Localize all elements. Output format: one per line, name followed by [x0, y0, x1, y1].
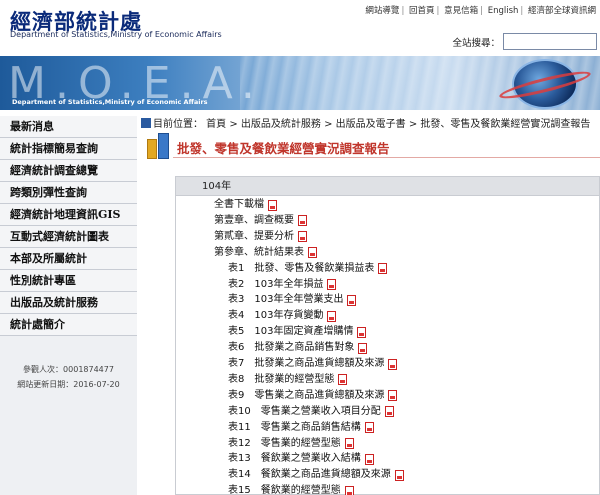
- title-divider: [173, 157, 600, 158]
- location-icon: [141, 118, 151, 128]
- list-item-label[interactable]: 表8 批發業的經營型態: [228, 373, 334, 387]
- pdf-icon[interactable]: [268, 199, 277, 211]
- sidebar-item-flexible-query[interactable]: 跨類別彈性查詢: [0, 182, 137, 204]
- pdf-icon[interactable]: [327, 279, 337, 290]
- list-item-label[interactable]: 表4 103年存貨變動: [228, 309, 323, 323]
- pdf-icon[interactable]: [358, 342, 368, 354]
- breadcrumb-text[interactable]: 目前位置： 首頁 > 出版品及統計服務 > 出版品及電子書 > 批發、零售及餐飲…: [153, 119, 590, 130]
- sidebar-item-interactive-charts[interactable]: 互動式經濟統計圖表: [0, 226, 137, 248]
- search-label: 全站搜尋：: [452, 37, 500, 49]
- list-item[interactable]: 表13 餐飲業之營業收入結構: [228, 452, 374, 466]
- books-icon: [145, 133, 171, 161]
- list-item[interactable]: 表7 批發業之商品進貨總額及來源: [228, 357, 398, 371]
- year-header: 104年: [176, 177, 599, 196]
- list-item-label[interactable]: 表3 103年全年營業支出: [228, 293, 343, 307]
- list-item[interactable]: 表11 零售業之商品銷售結構: [228, 421, 374, 435]
- list-item[interactable]: 表5 103年固定資產增購情: [228, 325, 367, 339]
- top-link-home[interactable]: 回首頁: [409, 6, 435, 16]
- list-item-label[interactable]: 全書下載檔: [214, 198, 264, 212]
- list-item-label[interactable]: 表12 零售業的經營型態: [228, 437, 341, 451]
- sidebar-item-news[interactable]: 最新消息: [0, 116, 137, 138]
- pdf-icon[interactable]: [344, 438, 354, 449]
- list-item[interactable]: 第貳章、提要分析: [214, 230, 307, 244]
- sidebar: 最新消息 統計指標簡易查詢 經濟統計調查總覽 跨類別彈性查詢 經濟統計地理資訊G…: [0, 116, 137, 495]
- top-link-sitemap[interactable]: 網站導覽: [365, 6, 399, 16]
- update-date: 網站更新日期：2016-07-20: [17, 380, 120, 389]
- site-header: 經濟部統計處 Department of Statistics,Ministry…: [0, 0, 600, 56]
- sidebar-item-survey-overview[interactable]: 經濟統計調查總覽: [0, 160, 137, 182]
- top-link-english[interactable]: English: [488, 6, 519, 16]
- list-item-label[interactable]: 第壹章、調查概要: [214, 214, 294, 228]
- list-item[interactable]: 第壹章、調查概要: [214, 214, 307, 228]
- list-item-label[interactable]: 表2 103年全年損益: [228, 278, 323, 292]
- sidebar-item-gis[interactable]: 經濟統計地理資訊GIS: [0, 204, 137, 226]
- pdf-icon[interactable]: [308, 247, 317, 259]
- list-item-label[interactable]: 表14 餐飲業之商品進貨總額及來源: [228, 468, 391, 482]
- list-item-label[interactable]: 表1 批發、零售及餐飲業損益表: [228, 262, 374, 276]
- list-item[interactable]: 表3 103年全年營業支出: [228, 293, 357, 307]
- top-link-moea-portal[interactable]: 經濟部全球資訊網: [528, 6, 596, 16]
- list-item[interactable]: 表14 餐飲業之商品進貨總額及來源: [228, 468, 404, 482]
- list-item[interactable]: 表15 餐飲業的經營型態: [228, 484, 354, 495]
- sidebar-item-indicator-query[interactable]: 統計指標簡易查詢: [0, 138, 137, 160]
- site-stats: 參觀人次：0001874477 網站更新日期：2016-07-20: [0, 362, 137, 392]
- list-item[interactable]: 表8 批發業的經營型態: [228, 373, 348, 387]
- sidebar-item-ministry-stats[interactable]: 本部及所屬統計: [0, 248, 137, 270]
- list-item-label[interactable]: 第參章、統計結果表: [214, 246, 304, 260]
- pdf-icon[interactable]: [364, 422, 374, 434]
- pdf-icon[interactable]: [384, 406, 394, 418]
- pdf-icon[interactable]: [298, 215, 307, 227]
- sidebar-item-about[interactable]: 統計處簡介: [0, 314, 137, 336]
- pdf-icon[interactable]: [327, 310, 337, 322]
- list-item-label[interactable]: 第貳章、提要分析: [214, 230, 294, 244]
- list-item[interactable]: 表10 零售業之營業收入項目分配: [228, 405, 394, 419]
- top-links: 網站導覽 | 回首頁 | 意見信箱 | English | 經濟部全球資訊網: [365, 6, 596, 16]
- list-item[interactable]: 表4 103年存貨變動: [228, 309, 337, 323]
- banner-caption: Department of Statistics,Ministry of Eco…: [12, 98, 208, 106]
- sidebar-item-gender-stats[interactable]: 性別統計專區: [0, 270, 137, 292]
- list-item-label[interactable]: 表5 103年固定資產增購情: [228, 325, 353, 339]
- list-item[interactable]: 表2 103年全年損益: [228, 278, 337, 292]
- list-item-label[interactable]: 表7 批發業之商品進貨總額及來源: [228, 357, 384, 371]
- pdf-icon[interactable]: [378, 263, 388, 275]
- list-item[interactable]: 表9 零售業之商品進貨總額及來源: [228, 389, 398, 403]
- breadcrumb: 目前位置： 首頁 > 出版品及統計服務 > 出版品及電子書 > 批發、零售及餐飲…: [141, 115, 600, 131]
- pdf-icon[interactable]: [338, 374, 348, 386]
- list-item-label[interactable]: 表6 批發業之商品銷售對象: [228, 341, 354, 355]
- page-title-row: 批發、零售及餐飲業經營實況調查報告: [145, 133, 600, 163]
- pdf-icon[interactable]: [344, 485, 354, 495]
- list-item-label[interactable]: 表13 餐飲業之營業收入結構: [228, 452, 361, 466]
- visitor-count: 參觀人次：0001874477: [23, 365, 114, 374]
- page-title: 批發、零售及餐飲業經營實況調查報告: [177, 141, 390, 156]
- list-item-label[interactable]: 表10 零售業之營業收入項目分配: [228, 405, 381, 419]
- banner: M.O.E.A. Department of Statistics,Minist…: [0, 56, 600, 110]
- list-item[interactable]: 全書下載檔: [214, 198, 277, 212]
- list-item[interactable]: 第參章、統計結果表: [214, 246, 317, 260]
- search-input[interactable]: [503, 33, 597, 50]
- list-item[interactable]: 表6 批發業之商品銷售對象: [228, 341, 368, 355]
- pdf-icon[interactable]: [394, 469, 404, 481]
- pdf-icon[interactable]: [364, 453, 374, 465]
- site-search: 全站搜尋：: [452, 33, 597, 50]
- pdf-icon[interactable]: [298, 231, 307, 243]
- report-list-panel: 104年 全書下載檔第壹章、調查概要 第貳章、提要分析 第參章、統計結果表表1 批發…: [175, 176, 600, 495]
- pdf-icon[interactable]: [357, 326, 367, 338]
- top-link-feedback[interactable]: 意見信箱: [444, 6, 478, 16]
- list-item-label[interactable]: 表9 零售業之商品進貨總額及來源: [228, 389, 384, 403]
- site-logo-subtitle: Department of Statistics,Ministry of Eco…: [10, 30, 222, 39]
- list-item-label[interactable]: 表11 零售業之商品銷售結構: [228, 421, 361, 435]
- list-item-label[interactable]: 表15 餐飲業的經營型態: [228, 484, 341, 495]
- pdf-icon[interactable]: [347, 294, 357, 306]
- list-item[interactable]: 表1 批發、零售及餐飲業損益表: [228, 262, 388, 276]
- pdf-icon[interactable]: [388, 358, 398, 370]
- sidebar-item-publications[interactable]: 出版品及統計服務: [0, 292, 137, 314]
- list-item[interactable]: 表12 零售業的經營型態: [228, 437, 354, 451]
- pdf-icon[interactable]: [388, 390, 398, 402]
